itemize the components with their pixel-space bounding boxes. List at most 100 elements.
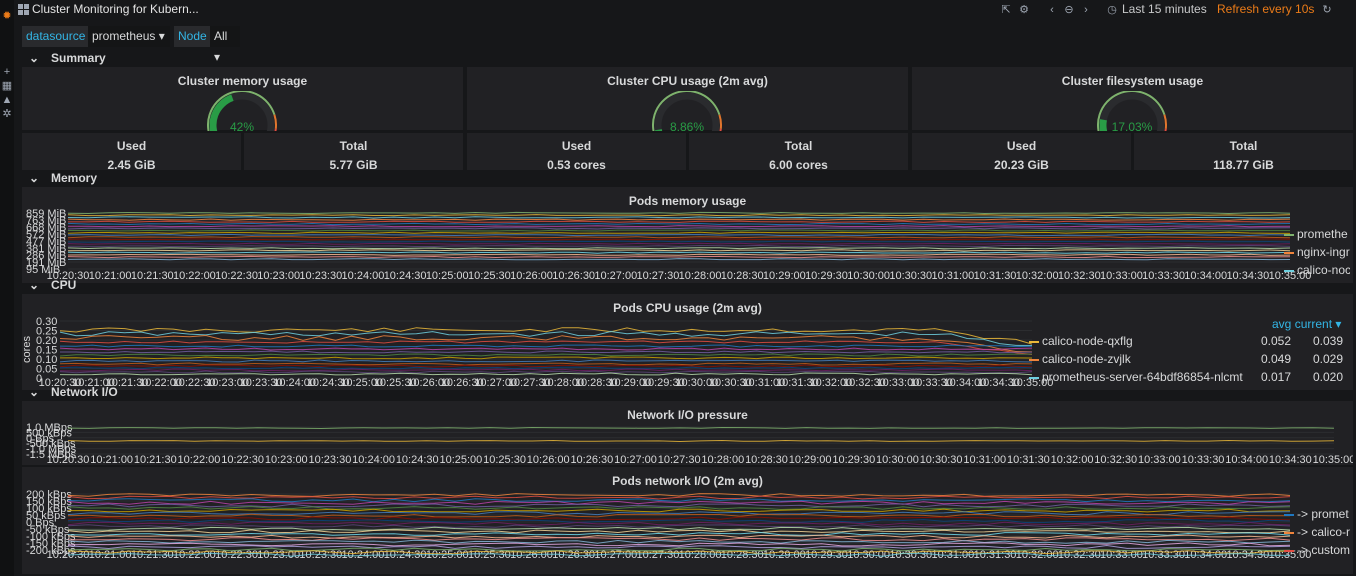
x-tick-label: 10:21:30 [131,270,174,282]
x-tick-label: 10:29:30 [805,270,848,282]
legend-header-current[interactable]: current [1295,317,1332,331]
series-line [59,344,1033,348]
x-tick-label: 10:28:00 [701,454,744,465]
x-tick-label: 10:25:30 [483,454,526,465]
panel-cluster-memory[interactable]: Cluster memory usage 42% [22,67,463,134]
x-tick-label: 10:24:30 [396,454,439,465]
x-tick-label: 10:22:30 [215,270,258,282]
x-tick-label: 10:33:30 [1142,270,1185,282]
x-tick-label: 10:30:00 [847,270,890,282]
grafana-logo-icon[interactable]: ✹ [1,10,13,22]
panel-cluster-filesystem[interactable]: Cluster filesystem usage 17.03% [912,67,1353,134]
panel-title: Cluster memory usage [177,74,308,88]
dashboards-icon[interactable]: ▦ [1,80,13,92]
series-line [67,249,1291,252]
x-tick-label: 10:27:00 [614,454,657,465]
panel-pods-cpu-usage[interactable]: Pods CPU usage (2m avg) 0.30 0.25 0.20 0.15… [22,294,1353,390]
stat-label: Used [116,139,147,153]
series-line [67,214,1291,217]
stat-filesystem-used[interactable]: Used 20.23 GiB [912,133,1131,172]
bell-icon[interactable]: ▲ [1,94,13,106]
x-tick-label: 10:34:00 [1225,454,1268,465]
legend-item[interactable]: calico-node-zvjlk 0.049 0.029 [1029,352,1349,366]
series-line [67,524,1291,529]
x-tick-label: 10:26:00 [527,454,570,465]
dashboard-grid-icon[interactable] [18,4,29,15]
legend-item[interactable]: promethe [1284,227,1348,241]
gear-icon[interactable]: ✲ [1,108,13,120]
chevron-down-icon: ⌄ [29,171,40,185]
x-tick-label: 10:26:00 [510,270,553,282]
pods-network-graph: 200 kBps150 kBps100 kBps50 kBps0 Bps-50 … [26,489,1311,561]
side-menu: ✹ + ▦ ▲ ✲ [0,0,14,576]
panel-network-io-pressure[interactable]: Network I/O pressure 1.0 MBps 500 kBps 0 B… [22,401,1353,465]
settings-gear-icon[interactable]: ⚙ [1017,3,1031,17]
x-tick-label: 10:21:00 [89,270,132,282]
row-header-network[interactable]: ⌄ Network I/O [22,385,118,399]
series-line [59,364,1033,368]
legend-item[interactable]: calico-noc [1284,263,1350,277]
legend-item[interactable]: -> custom [1284,543,1350,557]
stat-filesystem-total[interactable]: Total 118.77 GiB [1134,133,1353,172]
time-range-picker[interactable]: Last 15 minutes [1122,2,1207,16]
stat-cpu-used[interactable]: Used 0.53 cores [467,133,686,172]
x-tick-label: 10:31:00 [963,454,1006,465]
x-tick-label: 10:31:30 [1007,454,1050,465]
chevron-down-icon: ⌄ [29,51,40,65]
refresh-icon[interactable]: ↻ [1320,3,1334,17]
x-tick-label: 10:30:30 [920,454,963,465]
memory-legend: promethe nginx-ingr calico-noc [1284,227,1350,277]
legend-item[interactable]: prometheus-server-64bdf86854-nlcmt 0.017 0… [1029,370,1349,384]
cpu-legend: calico-node-qxflg 0.052 0.039 calico-node-… [1029,334,1349,384]
variable-select-datasource[interactable]: prometheus ▾ [88,26,170,47]
legend-item[interactable]: calico-node-qxflg 0.052 0.039 [1029,334,1349,348]
row-header-cpu[interactable]: ⌄ CPU [22,278,76,292]
share-icon[interactable]: ⇱ [999,3,1013,17]
network-legend: -> promet -> calico-r -> custom [1284,507,1350,567]
series-line [59,370,1033,374]
panel-pods-network-io[interactable]: Pods network I/O (2m avg) 200 kBps 150 kB… [22,467,1353,574]
clock-icon: ◷ [1107,4,1117,16]
top-navbar: Cluster Monitoring for Kubern... ⇱ ⚙ ‹ ⊖… [14,0,1356,20]
zoom-out-icon[interactable]: ⊖ [1061,3,1077,17]
row-header-summary[interactable]: ⌄ Summary [22,51,106,65]
series-line [67,242,1291,245]
row-header-memory[interactable]: ⌄ Memory [22,171,97,185]
panel-title: Cluster filesystem usage [1061,74,1204,88]
legend-item[interactable]: -> calico-r [1284,525,1350,539]
x-tick-label: 10:32:30 [1094,454,1137,465]
legend-item[interactable]: -> promet [1284,507,1349,521]
chevron-down-icon: ⌄ [29,385,40,399]
stat-value: 2.45 GiB [107,158,156,172]
x-tick-label: 10:21:00 [90,454,133,465]
chevron-left-icon[interactable]: ‹ [1045,3,1059,17]
legend-sort-header[interactable]: avg current ▾ [1272,317,1341,331]
x-tick-label: 10:28:30 [745,454,788,465]
series-line [68,220,1291,223]
panel-pods-memory-usage[interactable]: Pods memory usage 859 MiB 763 MiB 668 MiB 5… [22,187,1353,283]
stat-memory-used[interactable]: Used 2.45 GiB [22,133,241,172]
x-tick-label: 10:32:00 [1051,454,1094,465]
series-line [67,516,1291,521]
x-tick-label: 10:23:00 [257,270,300,282]
panel-cluster-cpu[interactable]: Cluster CPU usage (2m avg) 8.86% [467,67,908,134]
x-tick-label: 10:21:00 [89,549,132,561]
refresh-interval[interactable]: Refresh every 10s [1217,2,1314,16]
chevron-right-icon[interactable]: › [1079,3,1093,17]
legend-header-avg[interactable]: avg [1272,317,1291,331]
stat-cpu-total[interactable]: Total 6.00 cores [689,133,908,172]
x-tick-label: 10:33:00 [1100,270,1143,282]
row-title: Memory [51,171,98,185]
legend-item[interactable]: nginx-ingr [1284,245,1350,259]
x-tick-label: 10:34:30 [1269,454,1312,465]
plus-icon[interactable]: + [1,66,13,78]
stat-label: Used [1006,139,1037,153]
stat-memory-total[interactable]: Total 5.77 GiB [244,133,463,172]
variable-select-node[interactable]: All ▾ [210,26,240,64]
x-tick-label: 10:27:00 [594,270,637,282]
series-line [67,258,1291,261]
variable-label-datasource: datasource [22,26,88,47]
dashboard-title[interactable]: Cluster Monitoring for Kubern... [32,2,199,16]
series-line [67,244,1291,248]
panel-title: Cluster CPU usage (2m avg) [607,74,768,88]
